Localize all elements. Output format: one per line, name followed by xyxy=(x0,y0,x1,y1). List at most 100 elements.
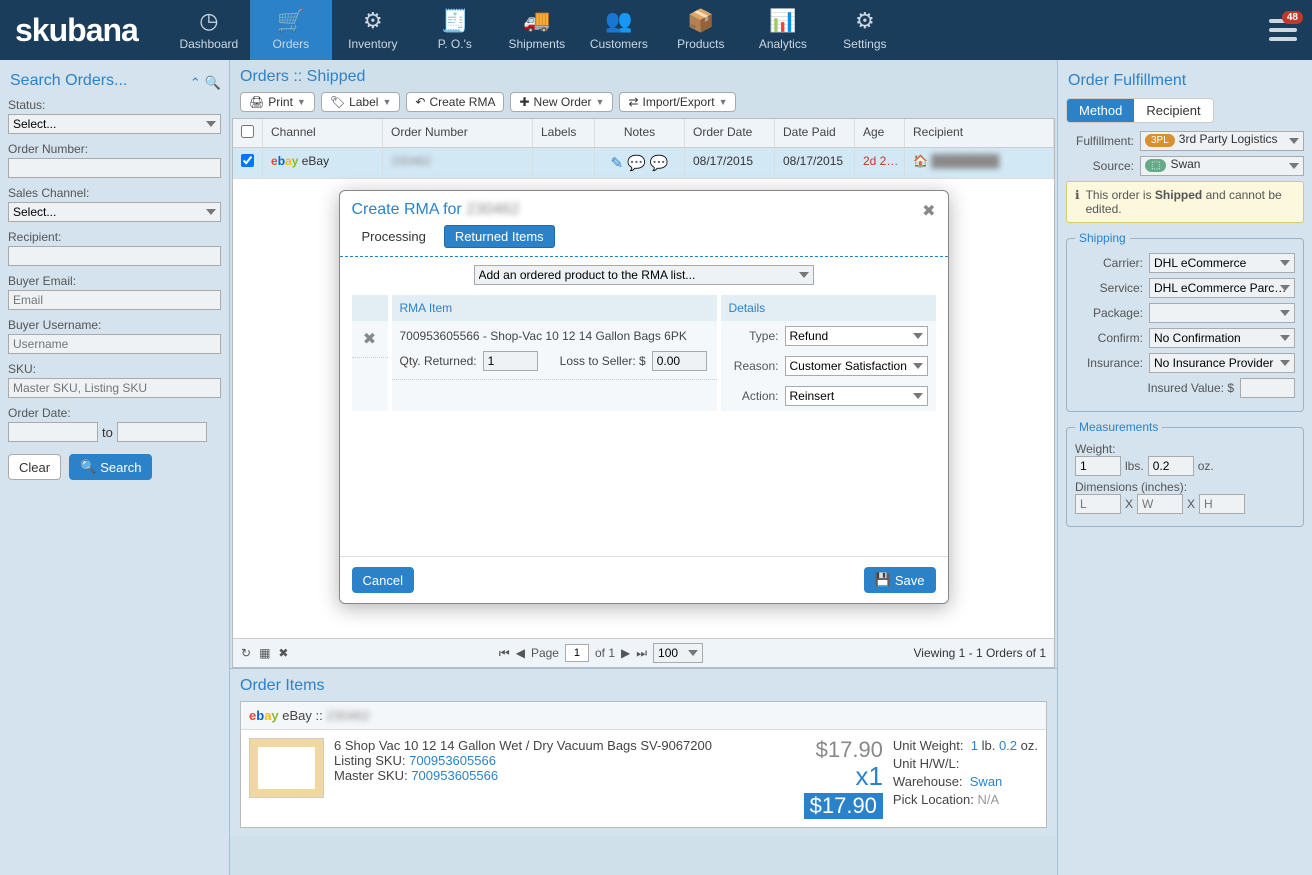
buyeruser-input[interactable] xyxy=(8,334,221,354)
search-button[interactable]: 🔍 Search xyxy=(69,454,152,480)
weight-lbs[interactable] xyxy=(1075,456,1121,476)
items-title: Order Items xyxy=(240,677,1047,695)
menu-toggle[interactable]: 48 xyxy=(1269,19,1297,41)
nav-analytics[interactable]: 📊Analytics xyxy=(742,0,824,60)
search-title: Search Orders... xyxy=(8,68,129,98)
product-thumb xyxy=(249,738,324,798)
prev-icon[interactable]: ◀ xyxy=(516,646,525,660)
insured-value-input[interactable] xyxy=(1240,378,1295,398)
clear-button[interactable]: Clear xyxy=(8,454,61,480)
sku-label: SKU: xyxy=(8,362,221,376)
nav-settings[interactable]: ⚙Settings xyxy=(824,0,906,60)
nav-products[interactable]: 📦Products xyxy=(660,0,742,60)
modal-close[interactable]: ✖ xyxy=(922,201,935,221)
fulfillment-select[interactable]: 3PL3rd Party Logistics xyxy=(1140,131,1304,151)
col-age[interactable]: Age xyxy=(855,119,905,147)
dim-h[interactable] xyxy=(1199,494,1245,514)
status-select[interactable]: Select... xyxy=(8,114,221,134)
collapse-icon[interactable]: ⌃ xyxy=(190,75,201,91)
tab-processing[interactable]: Processing xyxy=(352,226,436,247)
listing-sku[interactable]: 700953605566 xyxy=(409,753,496,768)
table-row[interactable]: ebay eBay 230462 ✎💬💬 08/17/2015 08/17/20… xyxy=(233,148,1054,179)
action-select[interactable]: Reinsert xyxy=(785,386,928,406)
total: $17.90 xyxy=(804,793,883,819)
tab-returned-items[interactable]: Returned Items xyxy=(444,225,555,248)
nav-po[interactable]: 🧾P. O.'s xyxy=(414,0,496,60)
comment-icon[interactable]: 💬 xyxy=(627,154,646,172)
package-select[interactable] xyxy=(1149,303,1295,323)
col-rma-item: RMA Item xyxy=(392,295,717,321)
buyeremail-label: Buyer Email: xyxy=(8,274,221,288)
date-to[interactable] xyxy=(117,422,207,442)
order-items-panel: Order Items ebay eBay :: 230462 6 Shop V… xyxy=(230,668,1057,836)
nav-dashboard[interactable]: ◷Dashboard xyxy=(168,0,250,60)
users-icon: 👥 xyxy=(605,9,632,33)
toolbar: 🖨 Print ▼ 🏷 Label ▼ ↶ Create RMA ✚ New O… xyxy=(230,92,1057,118)
carrier-select[interactable]: DHL eCommerce xyxy=(1149,253,1295,273)
cancel-button[interactable]: Cancel xyxy=(352,567,414,593)
info-icon: ℹ xyxy=(1075,188,1080,216)
col-order[interactable]: Order Number xyxy=(383,119,533,147)
save-button[interactable]: 💾 Save xyxy=(864,567,936,593)
buyeremail-input[interactable] xyxy=(8,290,221,310)
ordernum-input[interactable] xyxy=(8,158,221,178)
page-input[interactable] xyxy=(565,644,589,662)
col-notes[interactable]: Notes xyxy=(595,119,685,147)
nav-orders[interactable]: 🛒Orders xyxy=(250,0,332,60)
order-number: 230462 xyxy=(391,154,431,168)
warehouse-link[interactable]: Swan xyxy=(970,774,1003,789)
pagesize-select[interactable]: 100 xyxy=(653,643,703,663)
dim-l[interactable] xyxy=(1075,494,1121,514)
import-export-button[interactable]: ⇄ Import/Export ▼ xyxy=(619,92,736,112)
fulfillment-panel: Order Fulfillment Method Recipient Fulfi… xyxy=(1057,60,1312,875)
create-rma-button[interactable]: ↶ Create RMA xyxy=(406,92,504,112)
tab-method[interactable]: Method xyxy=(1067,99,1134,122)
label-button[interactable]: 🏷 Label ▼ xyxy=(321,92,401,112)
qty-returned[interactable] xyxy=(483,351,538,371)
close-icon[interactable]: ✖ xyxy=(278,646,288,660)
saleschan-select[interactable]: Select... xyxy=(8,202,221,222)
reason-select[interactable]: Customer Satisfaction xyxy=(785,356,928,376)
first-icon[interactable]: ⏮ xyxy=(499,646,510,661)
top-nav: skubana ◷Dashboard 🛒Orders ⚙Inventory 🧾P… xyxy=(0,0,1312,60)
select-all[interactable] xyxy=(241,125,254,138)
last-icon[interactable]: ⏭ xyxy=(636,646,647,661)
notification-badge: 48 xyxy=(1282,11,1303,24)
add-product-select[interactable]: Add an ordered product to the RMA list..… xyxy=(474,265,814,285)
fulfill-title: Order Fulfillment xyxy=(1066,68,1304,98)
edit-icon[interactable]: ✎ xyxy=(611,154,624,172)
loss-to-seller[interactable] xyxy=(652,351,707,371)
source-select[interactable]: ⬚Swan xyxy=(1140,156,1304,176)
row-checkbox[interactable] xyxy=(241,154,254,167)
search-icon[interactable]: 🔍 xyxy=(205,75,221,91)
remove-item[interactable]: ✖ xyxy=(363,331,376,348)
recipient-input[interactable] xyxy=(8,246,221,266)
item-info: 6 Shop Vac 10 12 14 Gallon Wet / Dry Vac… xyxy=(334,738,773,819)
new-order-button[interactable]: ✚ New Order ▼ xyxy=(510,92,613,112)
next-icon[interactable]: ▶ xyxy=(621,646,630,660)
measurements-fieldset: Measurements Weight: lbs. oz. Dimensions… xyxy=(1066,420,1304,527)
nav-shipments[interactable]: 🚚Shipments xyxy=(496,0,578,60)
weight-oz[interactable] xyxy=(1148,456,1194,476)
col-odate[interactable]: Order Date xyxy=(685,119,775,147)
tab-recipient[interactable]: Recipient xyxy=(1134,99,1212,122)
dim-w[interactable] xyxy=(1137,494,1183,514)
confirm-select[interactable]: No Confirmation xyxy=(1149,328,1295,348)
comment2-icon[interactable]: 💬 xyxy=(650,154,669,172)
col-pdate[interactable]: Date Paid xyxy=(775,119,855,147)
nav-customers[interactable]: 👥Customers xyxy=(578,0,660,60)
columns-icon[interactable]: ▦ xyxy=(259,646,270,660)
col-labels[interactable]: Labels xyxy=(533,119,595,147)
nav-inventory[interactable]: ⚙Inventory xyxy=(332,0,414,60)
refresh-icon[interactable]: ↻ xyxy=(241,646,251,660)
sku-input[interactable] xyxy=(8,378,221,398)
col-recipient[interactable]: Recipient xyxy=(905,119,1054,147)
insurance-select[interactable]: No Insurance Provider xyxy=(1149,353,1295,373)
print-button[interactable]: 🖨 Print ▼ xyxy=(240,92,315,112)
col-channel[interactable]: Channel xyxy=(263,119,383,147)
type-select[interactable]: Refund xyxy=(785,326,928,346)
master-sku[interactable]: 700953605566 xyxy=(411,768,498,783)
date-from[interactable] xyxy=(8,422,98,442)
cart-icon: 🛒 xyxy=(277,9,304,33)
service-select[interactable]: DHL eCommerce Parc… xyxy=(1149,278,1295,298)
